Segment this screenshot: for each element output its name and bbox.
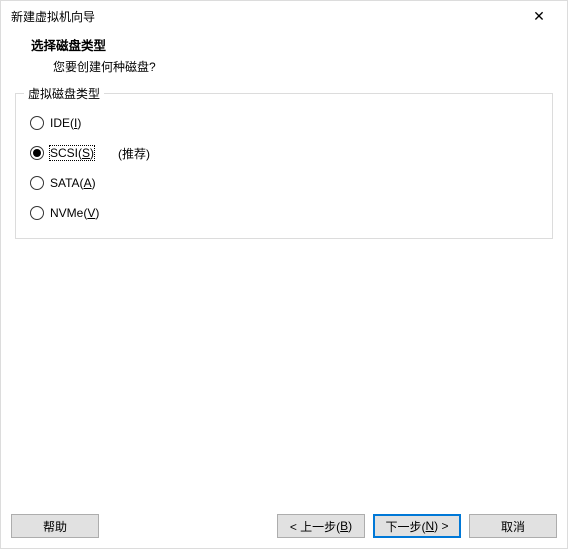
window-title: 新建虚拟机向导 [11,8,519,25]
radio-row-nvme[interactable]: NVMe(V) [30,198,538,228]
radio-nvme[interactable] [30,206,44,220]
wizard-window: 新建虚拟机向导 ✕ 选择磁盘类型 您要创建何种磁盘? 虚拟磁盘类型 IDE(I)… [0,0,568,549]
content-area: 虚拟磁盘类型 IDE(I) SCSI(S) (推荐) SATA(A) NVMe(… [1,89,567,506]
help-button[interactable]: 帮助 [11,514,99,538]
disk-type-group: 虚拟磁盘类型 IDE(I) SCSI(S) (推荐) SATA(A) NVMe(… [15,93,553,239]
radio-sata[interactable] [30,176,44,190]
radio-label-scsi: SCSI(S) [50,146,94,160]
titlebar: 新建虚拟机向导 ✕ [1,1,567,31]
radio-row-sata[interactable]: SATA(A) [30,168,538,198]
radio-row-ide[interactable]: IDE(I) [30,108,538,138]
group-legend: 虚拟磁盘类型 [24,85,104,102]
radio-row-scsi[interactable]: SCSI(S) (推荐) [30,138,538,168]
button-bar: 帮助 < 上一步(B) 下一步(N) > 取消 [1,506,567,548]
close-icon[interactable]: ✕ [519,1,559,31]
back-button[interactable]: < 上一步(B) [277,514,365,538]
cancel-button[interactable]: 取消 [469,514,557,538]
page-subtitle: 您要创建何种磁盘? [31,58,553,75]
wizard-header: 选择磁盘类型 您要创建何种磁盘? [1,31,567,89]
radio-scsi[interactable] [30,146,44,160]
next-button[interactable]: 下一步(N) > [373,514,461,538]
radio-ide[interactable] [30,116,44,130]
radio-label-nvme: NVMe(V) [50,206,99,220]
radio-label-ide: IDE(I) [50,116,81,130]
page-title: 选择磁盘类型 [31,35,553,58]
radio-label-sata: SATA(A) [50,176,96,190]
radio-extra-scsi: (推荐) [118,145,150,162]
